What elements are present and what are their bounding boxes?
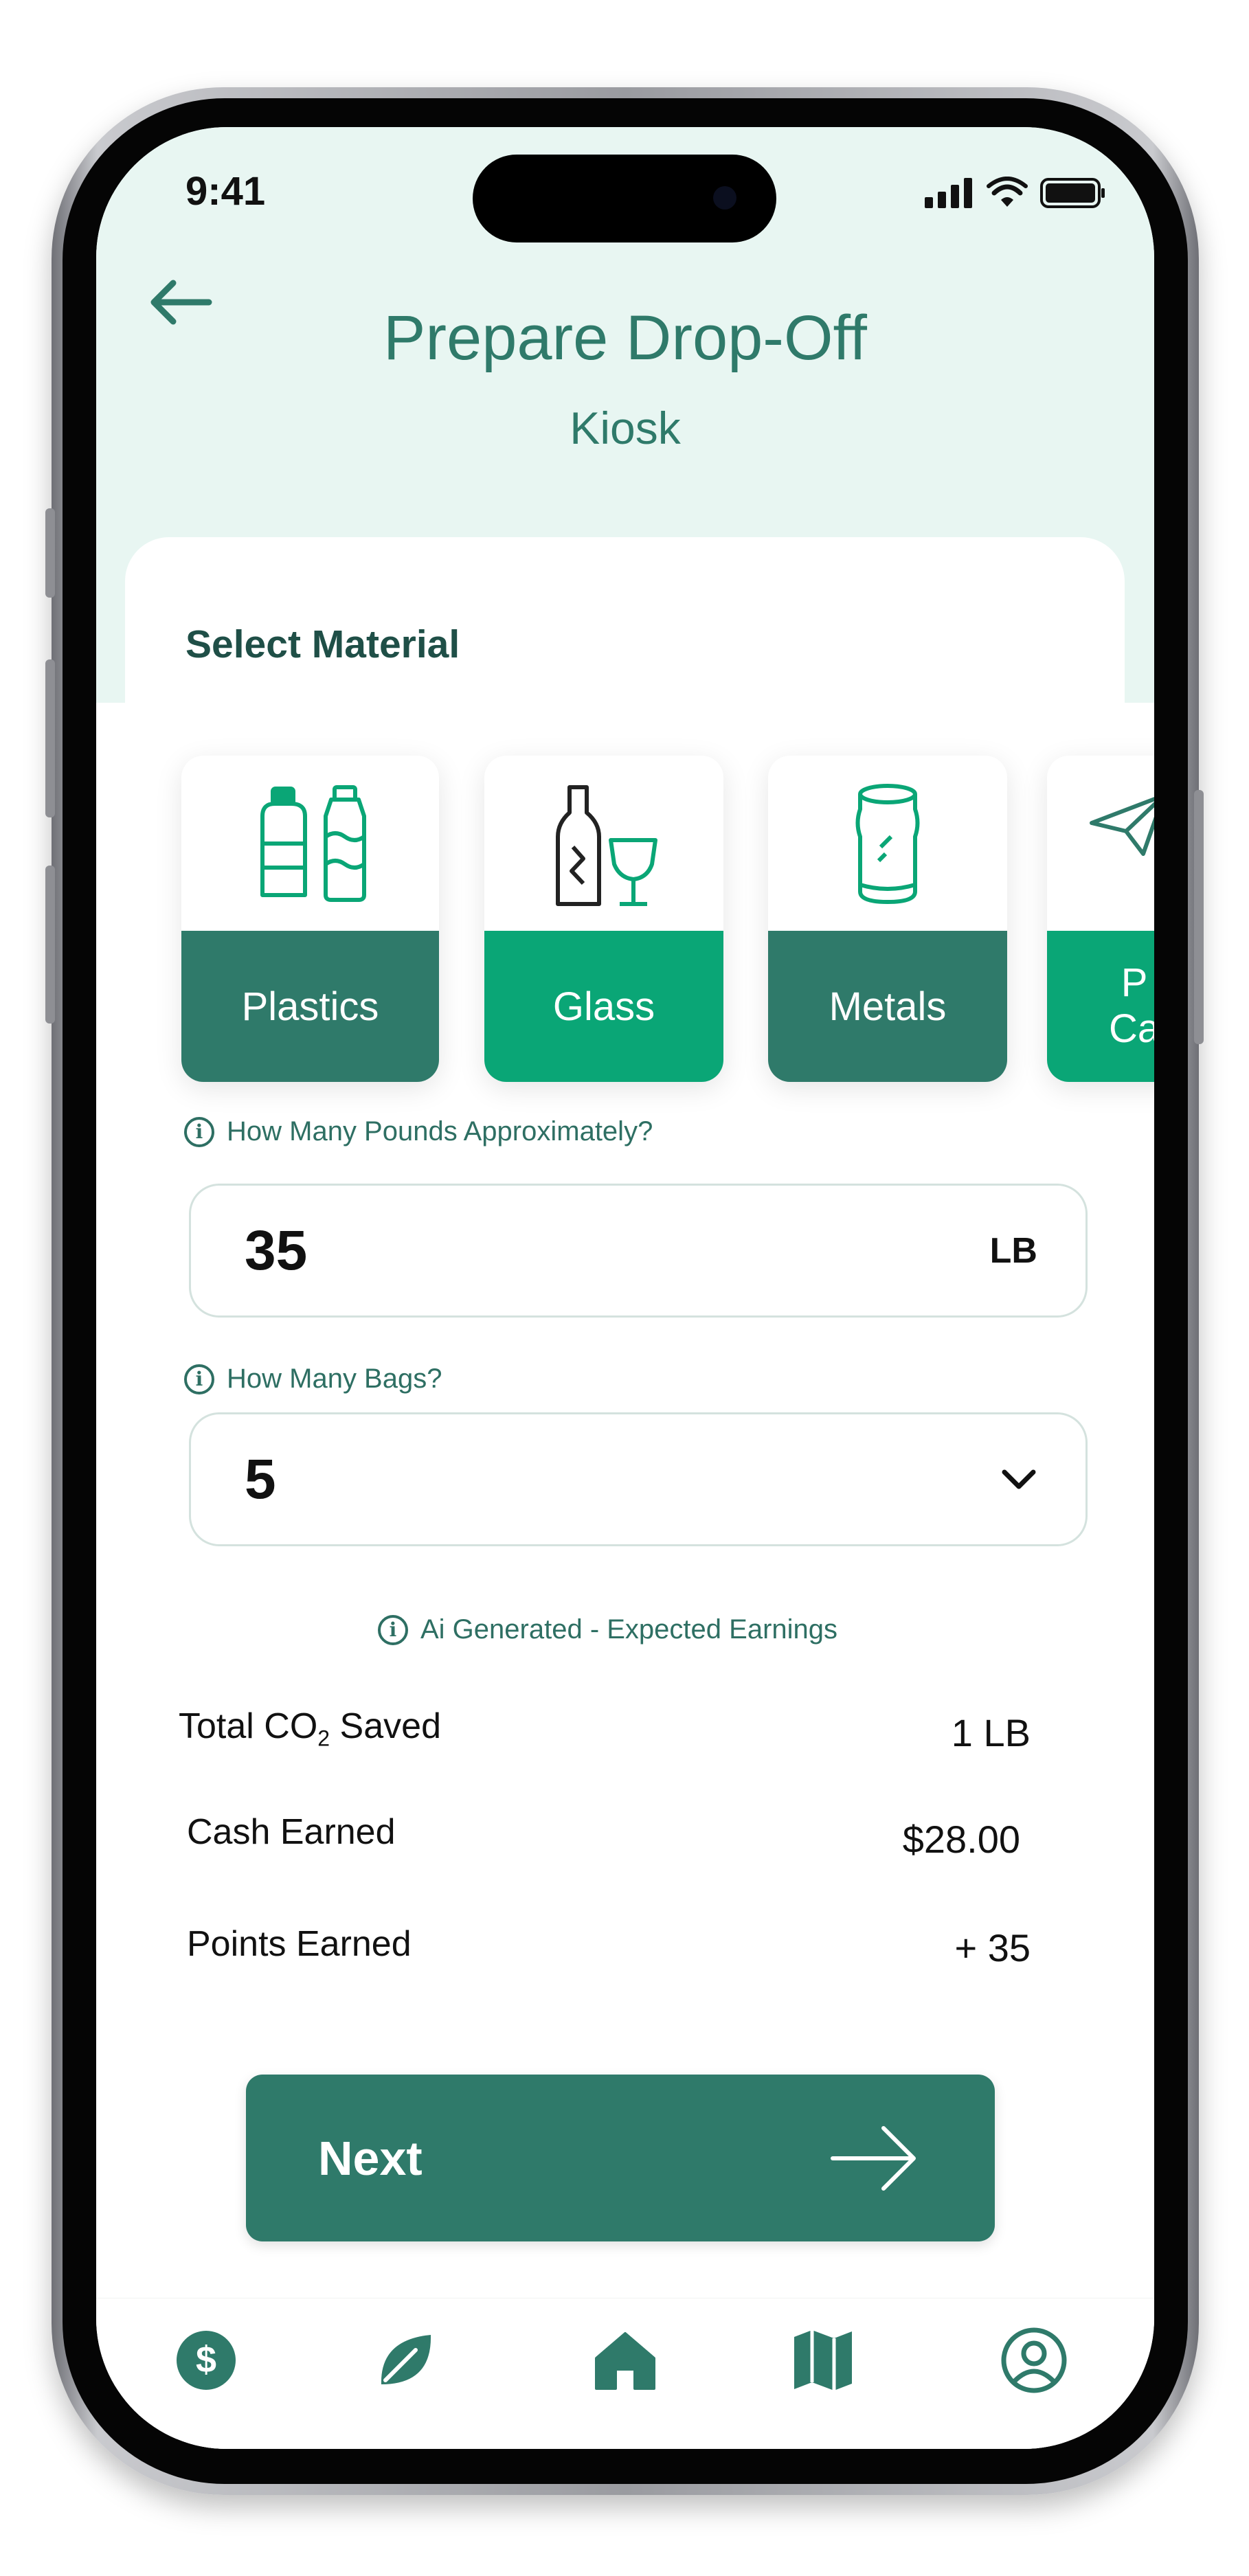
pounds-input[interactable]: 35 LB	[189, 1184, 1088, 1318]
camera-dot	[713, 186, 736, 210]
map-icon	[794, 2330, 852, 2391]
bottom-tab-bar: $	[96, 2298, 1154, 2449]
pounds-hint: i How Many Pounds Approximately?	[184, 1116, 653, 1147]
tile-label: Metals	[768, 931, 1007, 1082]
app-screen: 9:41 Prepare Drop-Off Kiosk Select Mater…	[96, 127, 1154, 2449]
glass-bottle-icon	[556, 785, 657, 906]
earnings-hint-text: Ai Generated - Expected Earnings	[420, 1614, 838, 1645]
side-button	[45, 659, 55, 817]
co2-label-sub: 2	[317, 1726, 330, 1751]
tile-image	[181, 756, 439, 931]
page-title: Prepare Drop-Off	[383, 303, 867, 373]
dollar-icon: $	[177, 2331, 236, 2390]
co2-label-prefix: Total CO	[179, 1706, 318, 1746]
paper-plane-icon	[1090, 797, 1154, 856]
co2-saved-value: 1 LB	[951, 1711, 1031, 1754]
profile-icon	[1001, 2327, 1067, 2393]
tile-label: Plastics	[181, 931, 439, 1082]
info-icon: i	[184, 1116, 214, 1147]
metal-can-icon	[855, 784, 920, 904]
material-tile-plastics[interactable]: Plastics	[181, 756, 439, 1082]
side-button	[1194, 790, 1204, 1044]
pounds-hint-text: How Many Pounds Approximately?	[227, 1116, 653, 1146]
tab-profile-icon[interactable]	[1000, 2326, 1068, 2395]
cash-earned-value: $28.00	[902, 1818, 1020, 1861]
signal-icon	[925, 178, 972, 208]
svg-text:$: $	[196, 2339, 216, 2380]
tile-label: P Ca	[1047, 931, 1154, 1082]
cash-earned-label: Cash Earned	[187, 1812, 396, 1852]
tile-image	[484, 756, 723, 931]
bags-hint: i How Many Bags?	[184, 1364, 442, 1394]
next-button-label: Next	[318, 2131, 423, 2185]
status-icons	[925, 177, 1106, 208]
co2-label-suffix: Saved	[330, 1706, 441, 1746]
material-tile-glass[interactable]: Glass	[484, 756, 723, 1082]
material-tile-metals[interactable]: Metals	[768, 756, 1007, 1082]
pounds-value: 35	[245, 1219, 308, 1282]
tab-leaf-icon[interactable]	[371, 2326, 440, 2395]
plastic-bottles-icon	[260, 785, 366, 902]
tab-home-icon[interactable]	[591, 2326, 660, 2395]
info-icon: i	[378, 1614, 408, 1645]
dynamic-island	[473, 155, 776, 242]
home-icon	[595, 2332, 655, 2390]
section-label: Select Material	[185, 622, 460, 666]
battery-icon	[1040, 178, 1105, 208]
points-earned-value: + 35	[954, 1926, 1031, 1969]
points-earned-label: Points Earned	[187, 1924, 412, 1964]
co2-saved-label: Total CO2 Saved	[179, 1706, 441, 1751]
bags-value: 5	[245, 1447, 276, 1511]
page-subtitle: Kiosk	[570, 403, 681, 453]
chevron-down-icon	[1002, 1469, 1036, 1489]
wifi-icon	[987, 177, 1028, 207]
tab-dollar-icon[interactable]: $	[172, 2326, 240, 2395]
tab-map-icon[interactable]	[789, 2326, 857, 2395]
earnings-hint: i Ai Generated - Expected Earnings	[378, 1614, 837, 1645]
bags-select[interactable]: 5	[189, 1412, 1088, 1546]
status-time: 9:41	[185, 169, 266, 214]
info-icon: i	[184, 1364, 214, 1394]
side-button	[45, 508, 55, 598]
arrow-right-icon	[831, 2125, 916, 2191]
tile-label: Glass	[484, 931, 723, 1082]
tile-image	[1047, 756, 1154, 931]
leaf-icon	[381, 2335, 431, 2384]
next-button[interactable]: Next	[246, 2075, 995, 2241]
pounds-unit: LB	[989, 1230, 1037, 1271]
tile-image	[768, 756, 1007, 931]
side-button	[45, 866, 55, 1024]
bags-hint-text: How Many Bags?	[227, 1364, 442, 1394]
material-tile-paper[interactable]: P Ca	[1047, 756, 1154, 1082]
